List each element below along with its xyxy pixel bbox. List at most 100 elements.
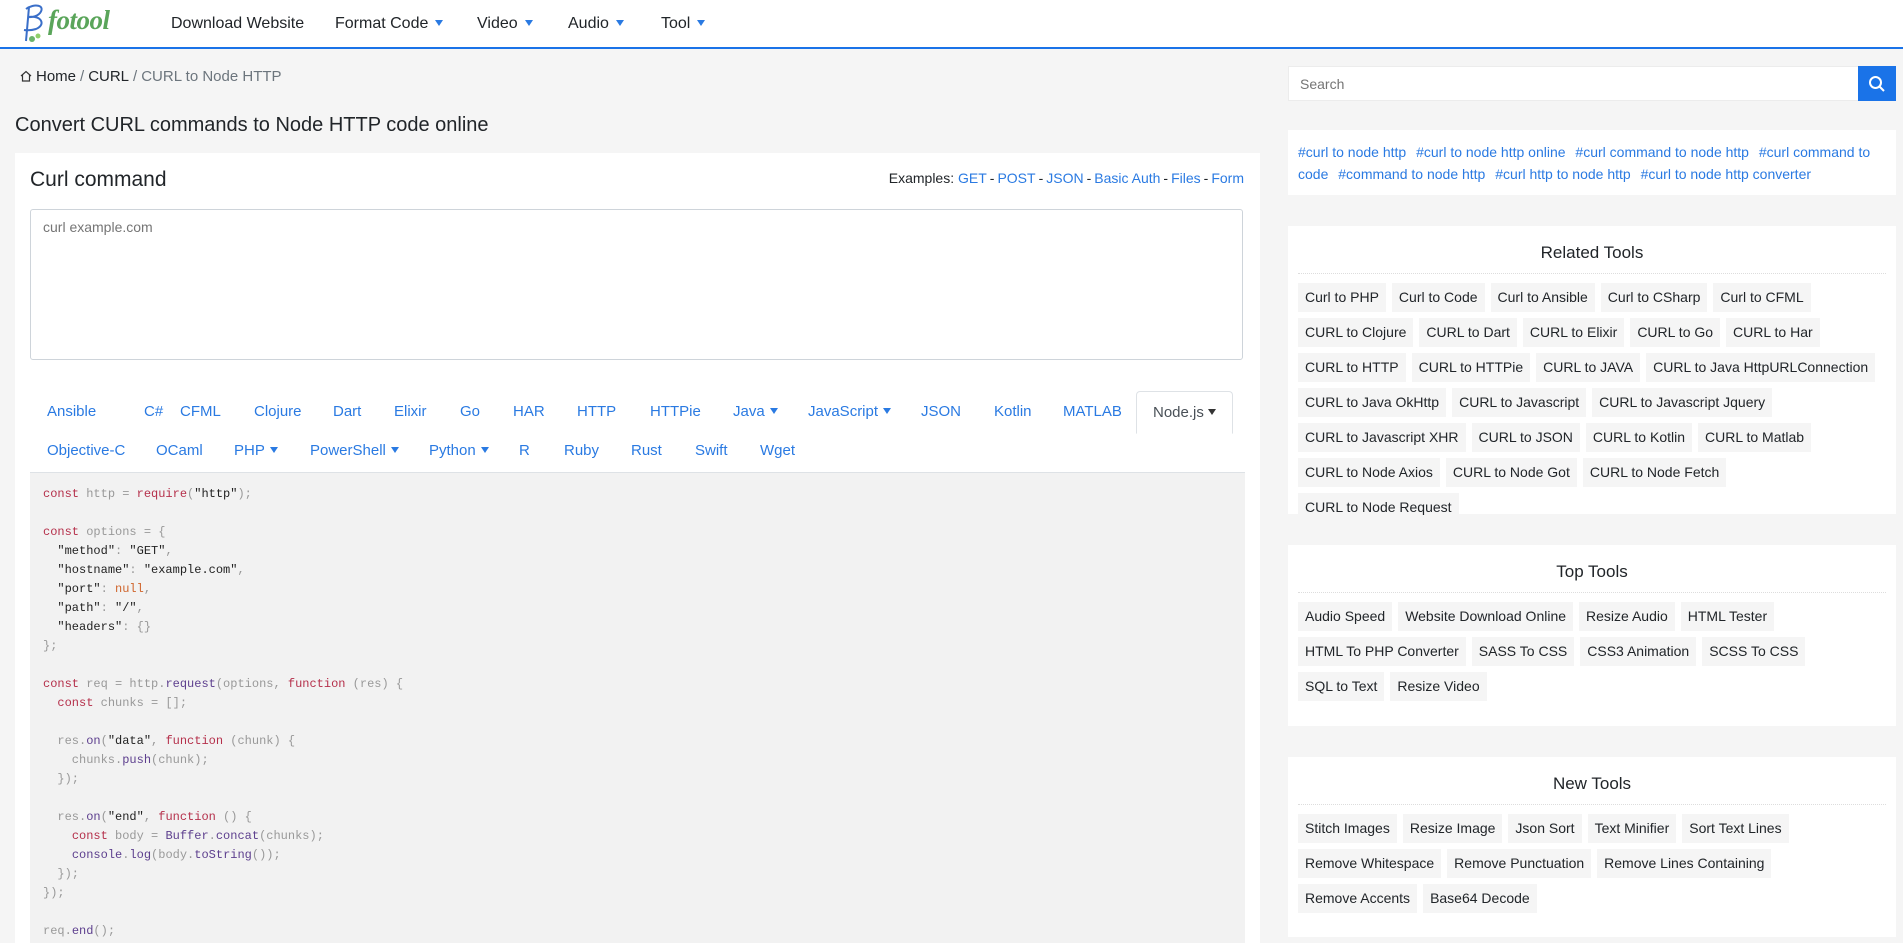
tab-kotlin[interactable]: Kotlin [994, 391, 1032, 432]
tab-csharp[interactable]: C# [144, 391, 163, 432]
tab-powershell[interactable]: PowerShell [310, 432, 399, 470]
tool-chip[interactable]: Curl to Code [1391, 283, 1485, 312]
search-input[interactable] [1288, 66, 1858, 101]
tab-ruby[interactable]: Ruby [564, 432, 599, 470]
example-form-link[interactable]: Form [1211, 170, 1244, 186]
tool-chip[interactable]: CURL to Go [1630, 318, 1721, 347]
nav-format-code[interactable]: Format Code [335, 15, 444, 33]
tab-cfml[interactable]: CFML [180, 391, 221, 432]
example-basic-auth-link[interactable]: Basic Auth [1094, 170, 1160, 186]
tab-matlab[interactable]: MATLAB [1063, 391, 1122, 432]
tool-chip[interactable]: CURL to Java HttpURLConnection [1646, 353, 1876, 382]
tab-httpie[interactable]: HTTPie [650, 391, 701, 432]
tool-chip[interactable]: CURL to Java OkHttp [1298, 388, 1447, 417]
nav-download-website[interactable]: Download Website [171, 15, 304, 33]
tool-chip[interactable]: CURL to Node Fetch [1582, 458, 1727, 487]
tool-chip[interactable]: Curl to Ansible [1490, 283, 1595, 312]
tab-php[interactable]: PHP [234, 432, 278, 470]
tab-wget[interactable]: Wget [760, 432, 795, 470]
tag-link[interactable]: #curl to node http converter [1641, 166, 1811, 182]
site-logo-text[interactable]: fotool [48, 5, 110, 36]
tab-r[interactable]: R [519, 432, 530, 470]
curl-command-input[interactable] [30, 209, 1243, 360]
tool-chip[interactable]: CURL to Clojure [1298, 318, 1414, 347]
tab-ocaml[interactable]: OCaml [156, 432, 203, 470]
home-icon [20, 70, 32, 82]
tool-chip[interactable]: SCSS To CSS [1702, 637, 1806, 666]
tag-link[interactable]: #curl command to node http [1575, 144, 1749, 160]
tool-chip[interactable]: Sort Text Lines [1682, 814, 1789, 843]
nav-audio[interactable]: Audio [568, 15, 624, 33]
tool-chip[interactable]: CURL to Node Request [1298, 493, 1459, 522]
tab-objective-c[interactable]: Objective-C [47, 432, 125, 470]
tool-chip[interactable]: Curl to PHP [1298, 283, 1386, 312]
tag-link[interactable]: #curl to node http [1298, 144, 1406, 160]
tool-chip[interactable]: HTML To PHP Converter [1298, 637, 1466, 666]
tool-chip[interactable]: Curl to CSharp [1600, 283, 1708, 312]
tab-elixir[interactable]: Elixir [394, 391, 427, 432]
tool-chip[interactable]: Base64 Decode [1423, 884, 1537, 913]
tool-chip[interactable]: CURL to Javascript [1452, 388, 1587, 417]
tool-chip[interactable]: CURL to Elixir [1522, 318, 1625, 347]
tool-chip[interactable]: Audio Speed [1298, 602, 1393, 631]
tab-javascript[interactable]: JavaScript [808, 391, 892, 432]
top-navbar: fotool Download Website Format Code Vide… [0, 0, 1903, 49]
tool-chip[interactable]: Remove Accents [1298, 884, 1418, 913]
tool-chip[interactable]: Text Minifier [1587, 814, 1677, 843]
tag-link[interactable]: #curl http to node http [1495, 166, 1630, 182]
tab-har[interactable]: HAR [513, 391, 545, 432]
tool-chip[interactable]: Remove Lines Containing [1597, 849, 1772, 878]
generated-code-output[interactable]: const http = require("http"); const opti… [30, 473, 1245, 943]
example-files-link[interactable]: Files [1171, 170, 1201, 186]
tab-go[interactable]: Go [460, 391, 480, 432]
example-get-link[interactable]: GET [958, 170, 987, 186]
tab-dart[interactable]: Dart [333, 391, 361, 432]
tool-chip[interactable]: Json Sort [1508, 814, 1582, 843]
nav-video[interactable]: Video [477, 15, 533, 33]
tool-chip[interactable]: CURL to Har [1726, 318, 1820, 347]
tool-chip[interactable]: CURL to Kotlin [1585, 423, 1692, 452]
tool-chip[interactable]: Remove Punctuation [1447, 849, 1592, 878]
tag-link[interactable]: #curl to node http online [1416, 144, 1565, 160]
tool-chip[interactable]: Curl to CFML [1713, 283, 1811, 312]
tab-java[interactable]: Java [733, 391, 778, 432]
tool-chip[interactable]: CURL to Node Got [1445, 458, 1577, 487]
tool-chip[interactable]: CURL to Dart [1419, 318, 1517, 347]
tool-chip[interactable]: CSS3 Animation [1580, 637, 1697, 666]
tool-chip[interactable]: SQL to Text [1298, 672, 1385, 701]
tab-ansible[interactable]: Ansible [47, 391, 96, 432]
tool-chip[interactable]: CURL to Matlab [1698, 423, 1812, 452]
example-post-link[interactable]: POST [997, 170, 1035, 186]
site-logo-icon[interactable] [20, 3, 48, 45]
tab-swift[interactable]: Swift [695, 432, 728, 470]
tool-chip[interactable]: CURL to HTTPie [1411, 353, 1531, 382]
breadcrumb-curl[interactable]: CURL [88, 68, 129, 85]
tool-chip[interactable]: CURL to Javascript Jquery [1592, 388, 1773, 417]
tab-json[interactable]: JSON [921, 391, 961, 432]
tool-chip[interactable]: Stitch Images [1298, 814, 1397, 843]
tab-http[interactable]: HTTP [577, 391, 616, 432]
top-tools-list: Audio Speed Website Download Online Resize… [1288, 593, 1896, 707]
tab-clojure[interactable]: Clojure [254, 391, 302, 432]
search-button[interactable] [1858, 66, 1896, 101]
tool-chip[interactable]: SASS To CSS [1471, 637, 1575, 666]
tab-rust[interactable]: Rust [631, 432, 662, 470]
breadcrumb-home[interactable]: Home [36, 68, 76, 85]
tool-chip[interactable]: Resize Image [1402, 814, 1503, 843]
tab-nodejs[interactable]: Node.js [1136, 391, 1233, 434]
tool-chip[interactable]: CURL to Node Axios [1298, 458, 1440, 487]
tool-chip[interactable]: CURL to HTTP [1298, 353, 1406, 382]
tool-chip[interactable]: CURL to Javascript XHR [1298, 423, 1466, 452]
tab-python[interactable]: Python [429, 432, 489, 470]
tool-chip[interactable]: CURL to JAVA [1536, 353, 1641, 382]
tool-chip[interactable]: Website Download Online [1398, 602, 1574, 631]
tag-link[interactable]: #command to node http [1338, 166, 1485, 182]
tool-chip[interactable]: Resize Audio [1579, 602, 1675, 631]
tool-chip[interactable]: Resize Video [1390, 672, 1487, 701]
nav-tool[interactable]: Tool [661, 15, 706, 33]
related-tools-list: Curl to PHP Curl to Code Curl to Ansible Cu… [1288, 274, 1896, 528]
tool-chip[interactable]: Remove Whitespace [1298, 849, 1442, 878]
example-json-link[interactable]: JSON [1046, 170, 1083, 186]
tool-chip[interactable]: HTML Tester [1680, 602, 1775, 631]
tool-chip[interactable]: CURL to JSON [1471, 423, 1580, 452]
